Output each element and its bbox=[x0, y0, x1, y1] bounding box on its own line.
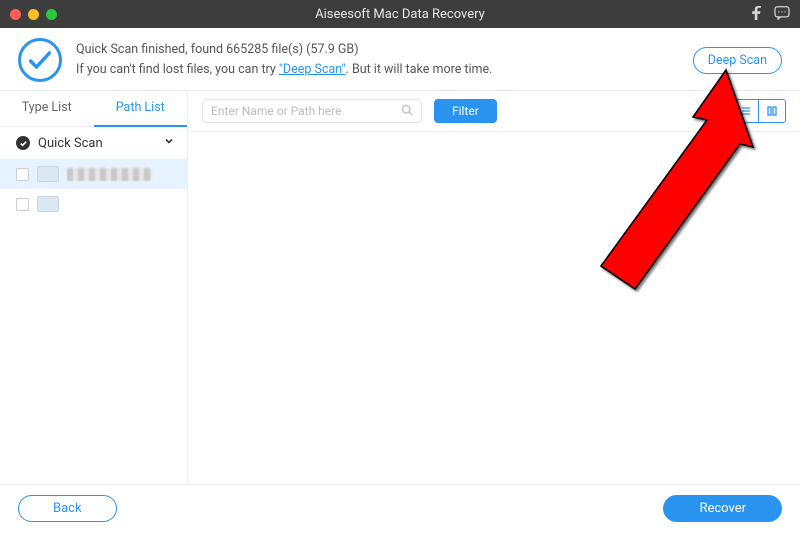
sidebar-item[interactable] bbox=[0, 159, 187, 189]
drive-icon bbox=[37, 166, 59, 182]
scan-summary-header: Quick Scan finished, found 665285 file(s… bbox=[0, 28, 800, 90]
sidebar-group-label: Quick Scan bbox=[38, 136, 103, 151]
view-list-button[interactable] bbox=[733, 100, 759, 122]
back-button[interactable]: Back bbox=[18, 495, 117, 522]
scan-status-line: Quick Scan finished, found 665285 file(s… bbox=[76, 40, 492, 60]
minimize-window-button[interactable] bbox=[28, 9, 39, 20]
checkbox[interactable] bbox=[16, 168, 29, 181]
sidebar: Type List Path List Quick Scan bbox=[0, 91, 188, 484]
sidebar-group-quickscan[interactable]: Quick Scan bbox=[0, 127, 187, 159]
drive-icon bbox=[37, 196, 59, 212]
window-titlebar: Aiseesoft Mac Data Recovery bbox=[0, 0, 800, 28]
tab-path-list[interactable]: Path List bbox=[94, 91, 188, 127]
app-title: Aiseesoft Mac Data Recovery bbox=[0, 7, 800, 22]
recover-button[interactable]: Recover bbox=[663, 495, 782, 522]
close-window-button[interactable] bbox=[10, 9, 21, 20]
checkmark-icon bbox=[16, 136, 30, 150]
sidebar-item-label bbox=[67, 168, 152, 181]
search-input[interactable]: Enter Name or Path here bbox=[202, 99, 422, 123]
sidebar-tabs: Type List Path List bbox=[0, 91, 187, 127]
search-icon bbox=[401, 104, 413, 119]
content-area: Enter Name or Path here Filter bbox=[188, 91, 800, 484]
view-grid-button[interactable] bbox=[707, 100, 733, 122]
results-area bbox=[188, 132, 800, 484]
titlebar-actions bbox=[751, 5, 790, 24]
chevron-down-icon bbox=[163, 135, 175, 151]
search-placeholder-label: Enter Name or Path here bbox=[211, 104, 341, 118]
content-toolbar: Enter Name or Path here Filter bbox=[188, 91, 800, 132]
sidebar-item[interactable] bbox=[0, 189, 187, 219]
filter-button[interactable]: Filter bbox=[434, 99, 497, 123]
traffic-lights bbox=[10, 9, 57, 20]
footer: Back Recover bbox=[0, 484, 800, 532]
view-mode-toggle bbox=[706, 99, 786, 123]
scan-summary-text: Quick Scan finished, found 665285 file(s… bbox=[76, 40, 492, 80]
deep-scan-button[interactable]: Deep Scan bbox=[693, 47, 782, 74]
deep-scan-link[interactable]: "Deep Scan" bbox=[279, 62, 346, 77]
checkbox[interactable] bbox=[16, 198, 29, 211]
main-area: Type List Path List Quick Scan Ente bbox=[0, 91, 800, 484]
view-detail-button[interactable] bbox=[759, 100, 785, 122]
maximize-window-button[interactable] bbox=[46, 9, 57, 20]
scan-hint-line: If you can't find lost files, you can tr… bbox=[76, 60, 492, 80]
feedback-icon[interactable] bbox=[774, 5, 790, 24]
share-facebook-icon[interactable] bbox=[751, 5, 762, 24]
tab-type-list[interactable]: Type List bbox=[0, 91, 94, 127]
scan-complete-icon bbox=[18, 38, 62, 82]
